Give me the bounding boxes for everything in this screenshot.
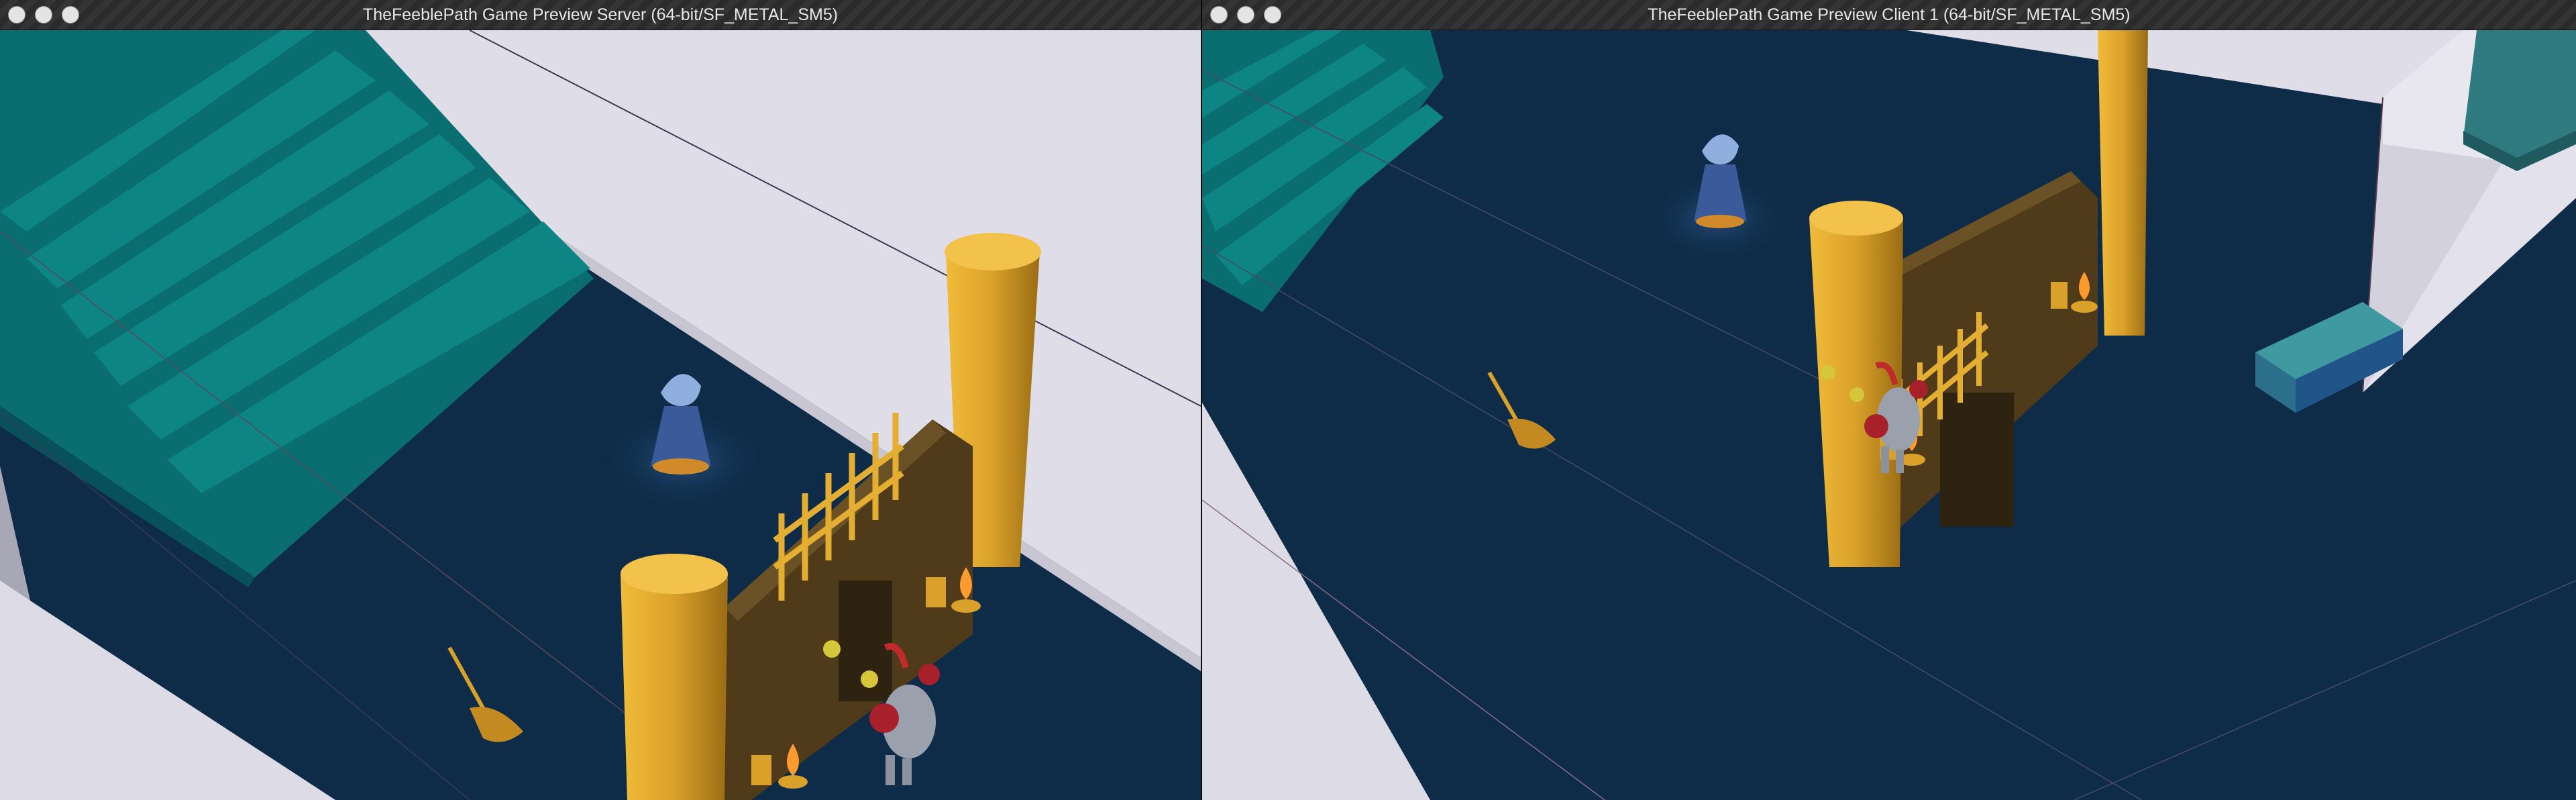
pillar-back: [2098, 30, 2148, 336]
coin[interactable]: [1849, 387, 1864, 402]
client-title-bar[interactable]: TheFeeblePath Game Preview Client 1 (64-…: [1202, 0, 2576, 30]
server-game-viewport[interactable]: [0, 30, 1201, 800]
coin[interactable]: [823, 640, 841, 658]
server-window-title: TheFeeblePath Game Preview Server (64-bi…: [362, 5, 839, 24]
client-game-viewport[interactable]: [1202, 30, 2576, 800]
client-preview-window[interactable]: TheFeeblePath Game Preview Client 1 (64-…: [1202, 0, 2576, 800]
client-window-title: TheFeeblePath Game Preview Client 1 (64-…: [1648, 5, 2131, 24]
server-preview-window[interactable]: TheFeeblePath Game Preview Server (64-bi…: [0, 0, 1201, 800]
pillar-front: [621, 554, 728, 800]
server-title-bar[interactable]: TheFeeblePath Game Preview Server (64-bi…: [0, 0, 1201, 30]
statue: [2463, 30, 2576, 171]
coin[interactable]: [1821, 365, 1835, 380]
coin[interactable]: [861, 670, 878, 688]
